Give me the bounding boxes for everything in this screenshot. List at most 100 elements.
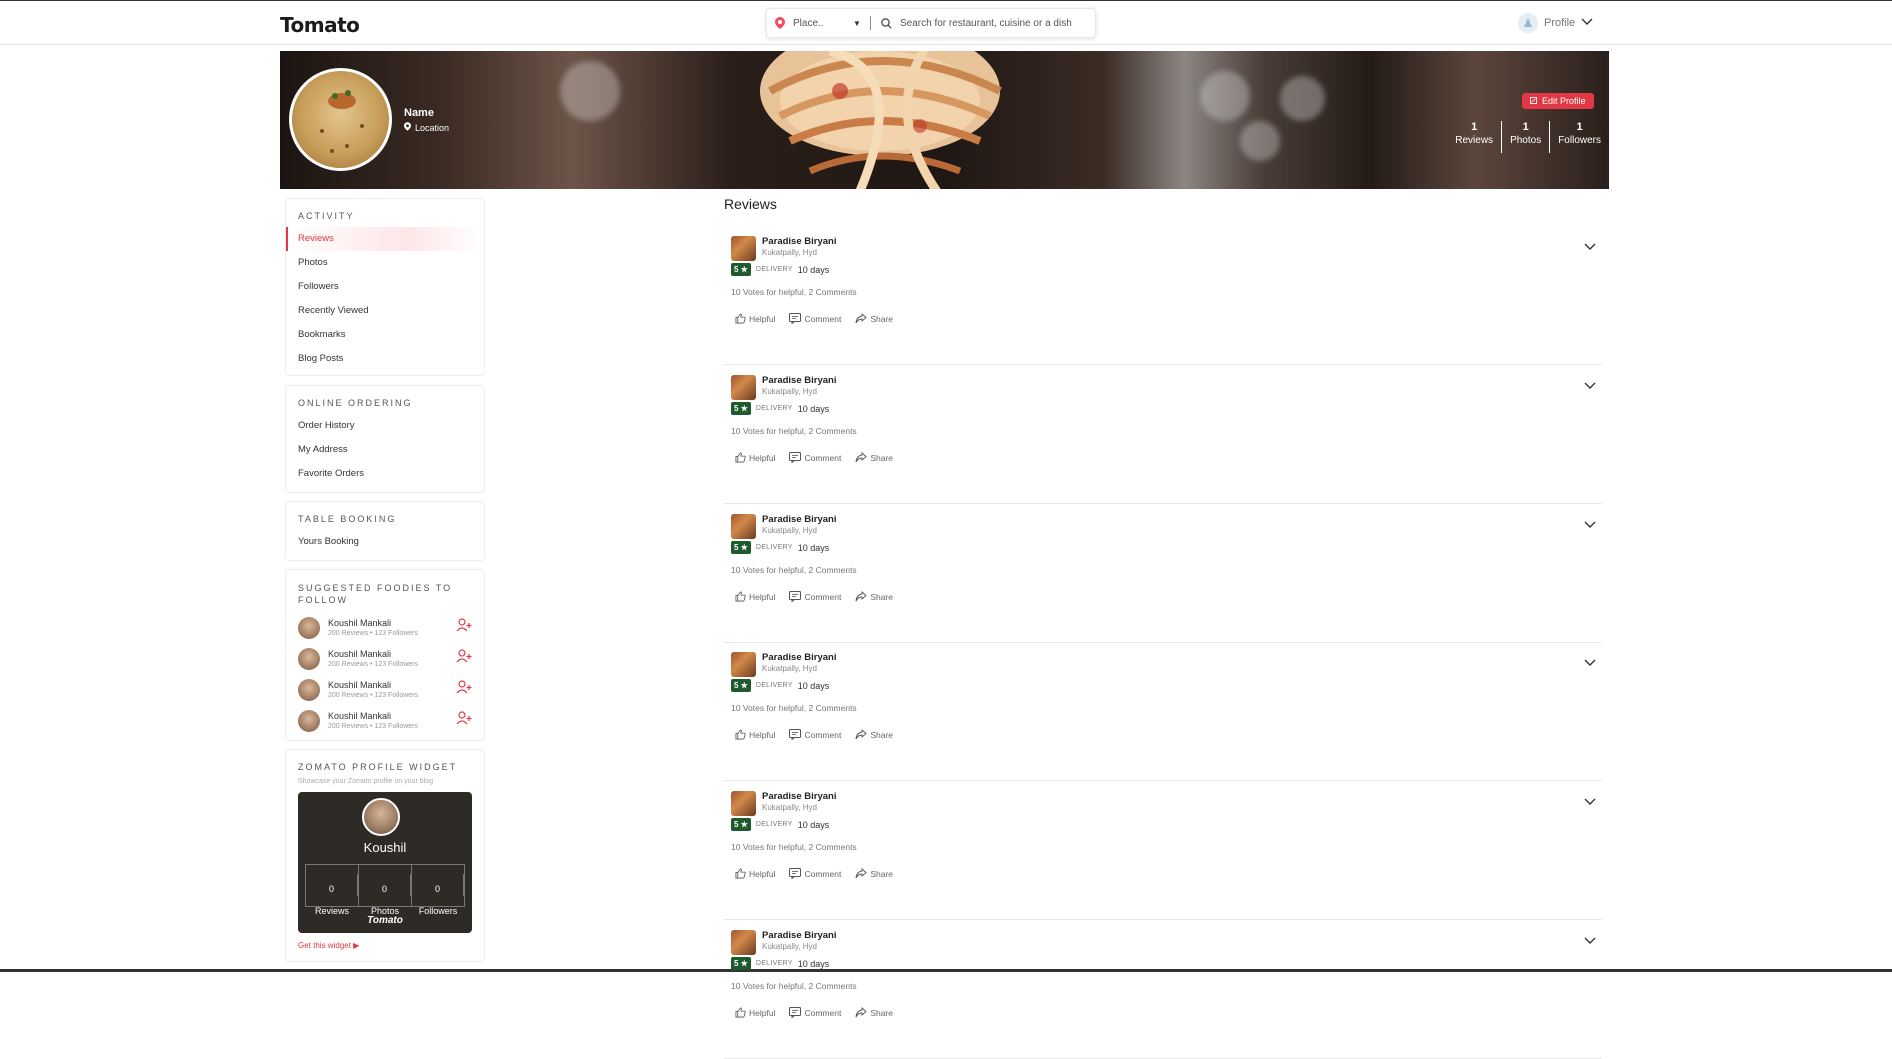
comment-icon [789, 313, 802, 324]
restaurant-name[interactable]: Paradise Biryani [762, 930, 836, 941]
sidebar-item-order-history[interactable]: Order History [286, 414, 484, 438]
helpful-button[interactable]: Helpful [735, 868, 775, 879]
chevron-down-icon[interactable] [1584, 932, 1596, 950]
share-button[interactable]: Share [855, 1007, 893, 1018]
restaurant-name[interactable]: Paradise Biryani [762, 652, 836, 663]
edit-profile-label: Edit Profile [1542, 96, 1586, 106]
comment-button[interactable]: Comment [789, 1007, 841, 1018]
comment-button[interactable]: Comment [789, 729, 841, 740]
table-booking-heading: TABLE BOOKING [298, 514, 397, 524]
delivery-tag: DELIVERY [755, 405, 793, 412]
banner-bokeh [1280, 76, 1325, 121]
chevron-down-icon[interactable]: ▼ [853, 19, 865, 28]
review-votes: 10 Votes for helpful, 2 Comments [731, 981, 857, 991]
chevron-down-icon[interactable] [1584, 793, 1596, 811]
comment-button[interactable]: Comment [789, 591, 841, 602]
foodie-item: Koushil Mankali 200 Reviews • 123 Followe… [286, 612, 484, 643]
follow-user-icon[interactable] [456, 648, 472, 669]
chevron-down-icon[interactable] [1584, 516, 1596, 534]
top-navbar: Tomato Place.. ▼ Search for restaurant, … [0, 1, 1892, 45]
stat-photos[interactable]: 1 Photos [1502, 121, 1551, 153]
restaurant-name[interactable]: Paradise Biryani [762, 514, 836, 525]
share-button[interactable]: Share [855, 452, 893, 463]
chevron-down-icon[interactable] [1584, 238, 1596, 256]
location-pin-icon [767, 17, 793, 29]
restaurant-thumbnail[interactable] [731, 375, 756, 400]
restaurant-thumbnail[interactable] [731, 791, 756, 816]
sidebar-item-blog-posts[interactable]: Blog Posts [286, 347, 484, 371]
sidebar-item-bookmarks[interactable]: Bookmarks [286, 323, 484, 347]
restaurant-thumbnail[interactable] [731, 514, 756, 539]
restaurant-name[interactable]: Paradise Biryani [762, 791, 836, 802]
follow-user-icon[interactable] [456, 679, 472, 700]
foodie-avatar[interactable] [298, 709, 320, 732]
share-button[interactable]: Share [855, 591, 893, 602]
restaurant-name[interactable]: Paradise Biryani [762, 236, 836, 247]
comment-button[interactable]: Comment [789, 313, 841, 324]
restaurant-location: Kukatpally, Hyd [762, 664, 817, 673]
get-widget-link[interactable]: Get this widget ▶ [286, 933, 484, 950]
restaurant-thumbnail[interactable] [731, 236, 756, 261]
widget-heading: ZOMATO PROFILE WIDGET [298, 762, 458, 772]
comment-button[interactable]: Comment [789, 452, 841, 463]
restaurant-thumbnail[interactable] [731, 930, 756, 955]
foodie-avatar[interactable] [298, 647, 320, 670]
restaurant-location: Kukatpally, Hyd [762, 942, 817, 951]
thumbs-up-icon [735, 729, 746, 740]
place-input[interactable]: Place.. [793, 18, 853, 29]
foodie-avatar[interactable] [298, 678, 320, 701]
brand-logo[interactable]: Tomato [280, 13, 360, 37]
sidebar-item-reviews[interactable]: Reviews [286, 227, 484, 251]
rating-badge: 5 ★ [731, 402, 751, 415]
profile-menu[interactable]: Profile [1518, 13, 1593, 33]
share-button[interactable]: Share [855, 313, 893, 324]
follow-user-icon[interactable] [456, 617, 472, 638]
helpful-button[interactable]: Helpful [735, 1007, 775, 1018]
chevron-down-icon[interactable] [1584, 377, 1596, 395]
sidebar-item-recently-viewed[interactable]: Recently Viewed [286, 299, 484, 323]
caret-right-icon: ▶ [353, 941, 360, 950]
follow-user-icon[interactable] [456, 710, 472, 731]
edit-profile-button[interactable]: Edit Profile [1522, 93, 1594, 109]
foodie-item: Koushil Mankali 200 Reviews • 123 Followe… [286, 643, 484, 674]
review-actions: Helpful Comment Share [735, 729, 893, 740]
profile-food-image [289, 68, 392, 171]
helpful-button[interactable]: Helpful [735, 452, 775, 463]
share-button[interactable]: Share [855, 868, 893, 879]
restaurant-thumbnail[interactable] [731, 652, 756, 677]
profile-widget-card: ZOMATO PROFILE WIDGET Showcase your Zoma… [285, 749, 485, 962]
delivery-tag: DELIVERY [755, 682, 793, 689]
helpful-button[interactable]: Helpful [735, 591, 775, 602]
chevron-down-icon [1581, 17, 1593, 29]
foodie-name[interactable]: Koushil Mankali [328, 680, 456, 690]
thumbs-up-icon [735, 868, 746, 879]
sidebar-item-followers[interactable]: Followers [286, 275, 484, 299]
share-button[interactable]: Share [855, 729, 893, 740]
delivery-tag: DELIVERY [755, 821, 793, 828]
stat-followers[interactable]: 1 Followers [1550, 121, 1609, 153]
comment-icon [789, 1007, 802, 1018]
chevron-down-icon[interactable] [1584, 654, 1596, 672]
banner-bokeh [1200, 71, 1250, 121]
search-input[interactable]: Search for restaurant, cuisine or a dish [896, 18, 1095, 29]
review-actions: Helpful Comment Share [735, 868, 893, 879]
helpful-button[interactable]: Helpful [735, 729, 775, 740]
foodie-name[interactable]: Koushil Mankali [328, 711, 456, 721]
sidebar-item-favorite-orders[interactable]: Favorite Orders [286, 462, 484, 486]
sidebar-item-yours-booking[interactable]: Yours Booking [286, 530, 484, 554]
review-time: 10 days [797, 680, 830, 691]
online-ordering-heading: ONLINE ORDERING [298, 398, 413, 408]
review-card: Paradise Biryani Kukatpally, Hyd 5 ★ DEL… [724, 226, 1602, 365]
helpful-button[interactable]: Helpful [735, 313, 775, 324]
review-card: Paradise Biryani Kukatpally, Hyd 5 ★ DEL… [724, 365, 1602, 504]
comment-button[interactable]: Comment [789, 868, 841, 879]
foodie-name[interactable]: Koushil Mankali [328, 649, 456, 659]
profile-banner: Name Location Edit Profile 1 Reviews 1 Pho… [280, 51, 1609, 189]
foodie-name[interactable]: Koushil Mankali [328, 618, 456, 628]
foodie-avatar[interactable] [298, 616, 320, 639]
widget-stat-reviews: 0 Reviews [306, 865, 359, 916]
sidebar-item-photos[interactable]: Photos [286, 251, 484, 275]
restaurant-name[interactable]: Paradise Biryani [762, 375, 836, 386]
stat-reviews[interactable]: 1 Reviews [1447, 121, 1503, 153]
sidebar-item-my-address[interactable]: My Address [286, 438, 484, 462]
